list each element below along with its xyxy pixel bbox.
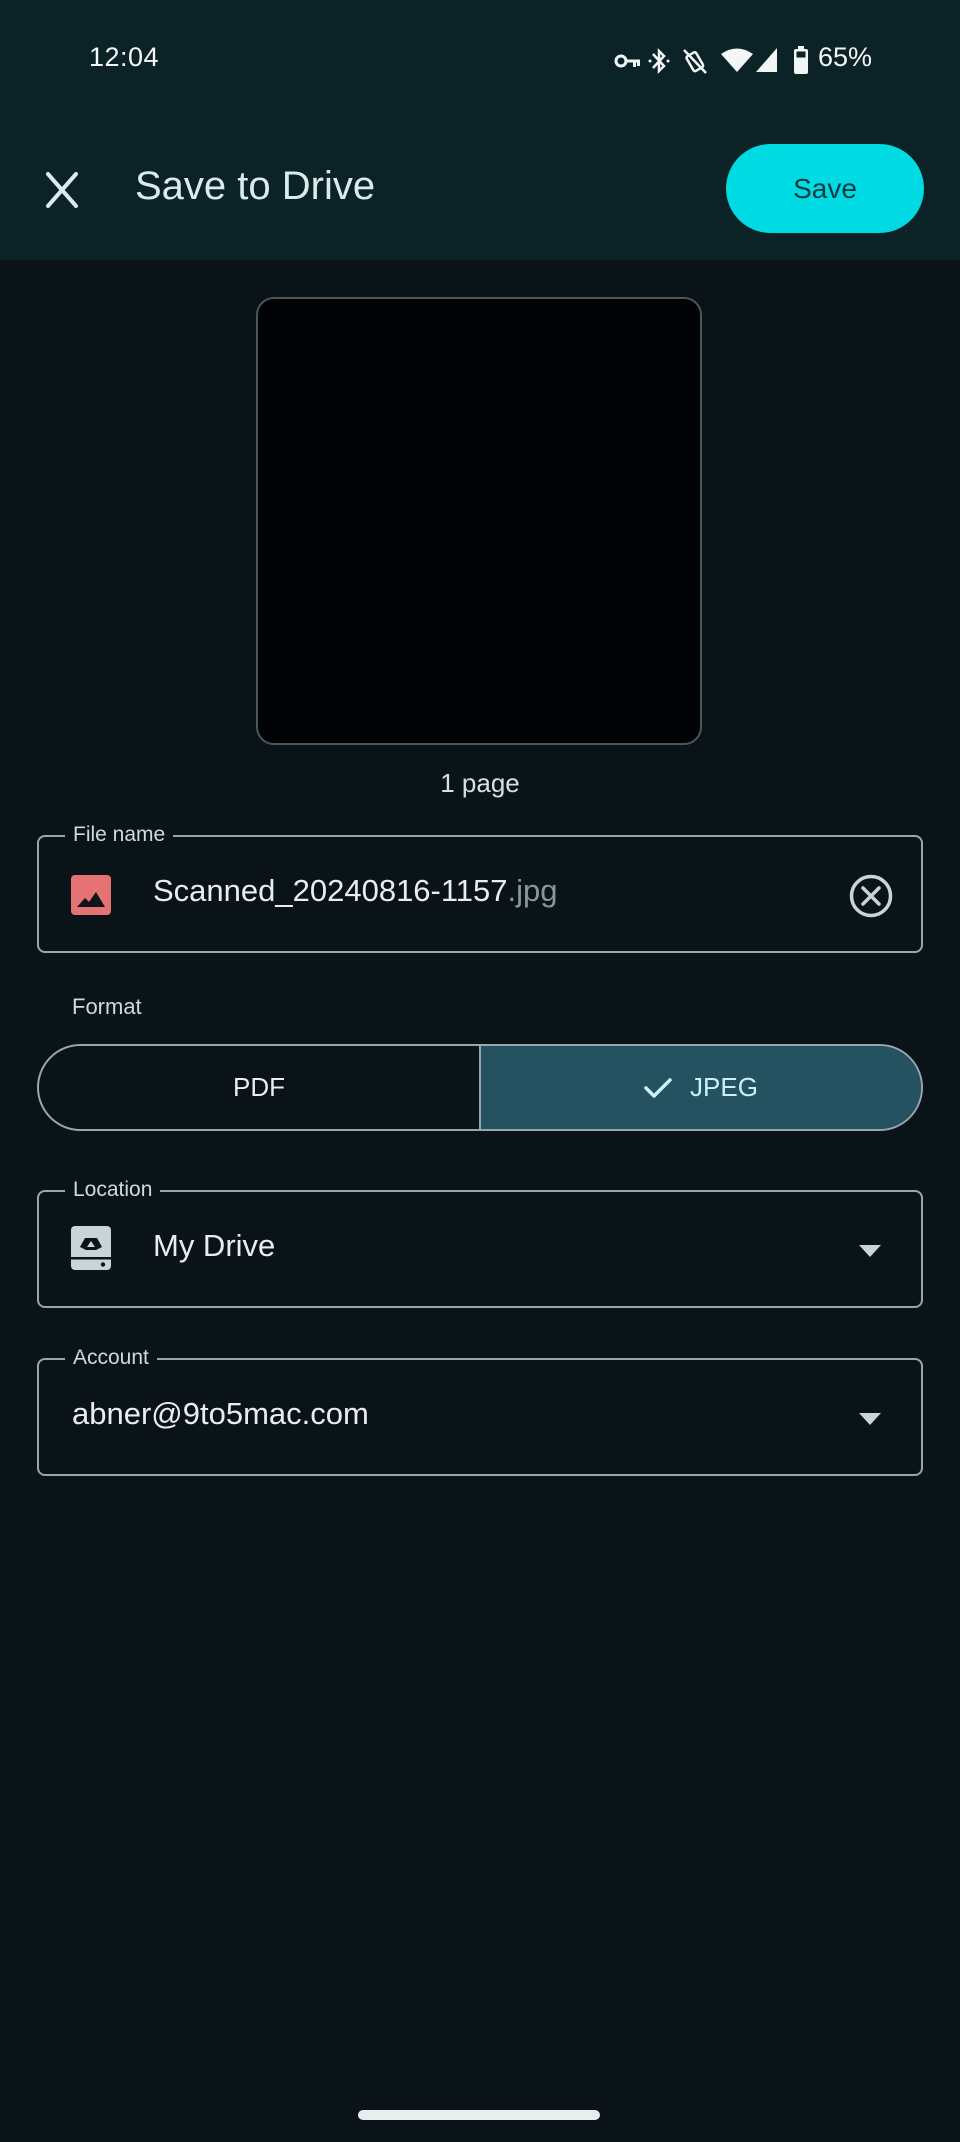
status-time: 12:04 <box>89 42 160 72</box>
format-option-pdf-label: PDF <box>233 1072 285 1102</box>
scan-preview-thumbnail[interactable] <box>256 297 702 745</box>
account-value: abner@9to5mac.com <box>72 1396 369 1431</box>
battery-percent: 65% <box>818 42 873 72</box>
location-value: My Drive <box>153 1228 276 1263</box>
page-title: Save to Drive <box>135 164 376 208</box>
format-option-jpeg-label: JPEG <box>690 1072 758 1102</box>
location-dropdown[interactable]: Location My Drive <box>37 1177 923 1308</box>
cell-signal-icon <box>756 48 777 72</box>
chevron-down-icon[interactable] <box>859 1413 881 1425</box>
vibrate-off-icon <box>683 49 707 74</box>
page-count: 1 page <box>440 768 520 798</box>
format-segmented-control: PDF JPEG <box>37 1044 923 1131</box>
file-name-base: Scanned_20240816-1157 <box>153 873 508 908</box>
battery-icon <box>794 46 808 74</box>
file-name-field[interactable]: File name Scanned_20240816-1157.jpg <box>37 822 923 953</box>
file-name-label: File name <box>65 822 174 848</box>
home-indicator[interactable] <box>358 2110 600 2120</box>
format-option-jpeg[interactable]: JPEG <box>481 1046 921 1129</box>
account-dropdown[interactable]: Account abner@9to5mac.com <box>37 1345 923 1476</box>
bluetooth-icon <box>648 47 670 75</box>
drive-icon <box>71 1226 111 1270</box>
account-label: Account <box>65 1345 157 1371</box>
file-name-input[interactable]: Scanned_20240816-1157.jpg <box>153 873 558 909</box>
wifi-icon <box>721 48 753 72</box>
chevron-down-icon[interactable] <box>859 1245 881 1257</box>
image-icon <box>71 875 111 915</box>
clear-circle-icon[interactable] <box>848 873 894 919</box>
app-header: 12:04 65% Save to Drive Save <box>0 0 960 260</box>
check-icon <box>644 1077 672 1098</box>
file-name-extension: .jpg <box>507 873 558 908</box>
close-icon[interactable] <box>40 168 84 212</box>
location-label: Location <box>65 1177 161 1203</box>
vpn-key-icon <box>614 54 640 68</box>
format-option-pdf[interactable]: PDF <box>39 1046 481 1129</box>
save-button[interactable]: Save <box>726 144 924 233</box>
format-label: Format <box>72 994 142 1019</box>
